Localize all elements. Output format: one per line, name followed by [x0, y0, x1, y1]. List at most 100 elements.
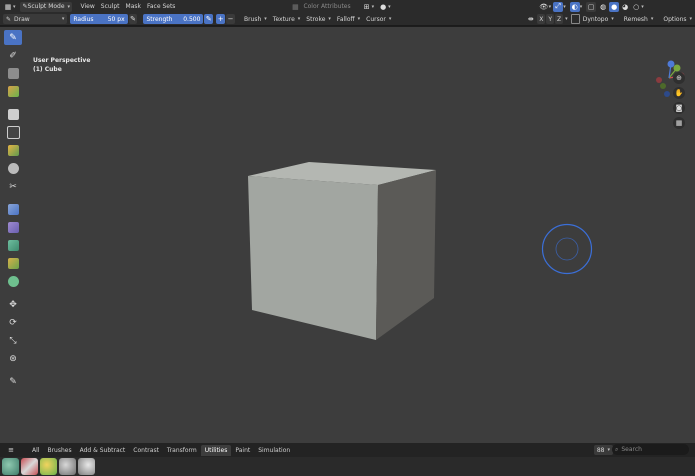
smooth-icon: ✂: [9, 181, 17, 192]
brush-thumb-3[interactable]: [40, 458, 57, 475]
navigation-gizmo[interactable]: ⊕ ✋ ◙ ▦: [649, 60, 689, 155]
viewport-scene: [248, 162, 593, 340]
camera-icon[interactable]: ◙: [673, 102, 685, 114]
editor-type-icon[interactable]: ▦: [3, 2, 13, 12]
gizmo-z-icon[interactable]: [667, 60, 675, 68]
menu-texture[interactable]: Texture ▾: [270, 14, 303, 24]
tool-scrape[interactable]: [4, 238, 22, 253]
shading-material-icon[interactable]: ◕: [620, 2, 630, 12]
tool-annotate[interactable]: ✎: [4, 374, 22, 389]
3d-viewport[interactable]: User Perspective (1) Cube ⊕ ✋ ◙ ▦: [0, 27, 695, 443]
menu-options[interactable]: Options ▾: [660, 14, 695, 24]
tab-simulation[interactable]: Simulation: [254, 445, 294, 456]
tool-clay[interactable]: [4, 66, 22, 81]
tab-contrast[interactable]: Contrast: [129, 445, 163, 456]
grid-ortho-icon[interactable]: ▦: [673, 117, 685, 129]
tab-utilities[interactable]: Utilities: [200, 444, 232, 456]
shading-wireframe-icon[interactable]: ◍: [598, 2, 608, 12]
subtract-direction-icon[interactable]: −: [226, 14, 235, 24]
tool-blob[interactable]: [4, 143, 22, 158]
tool-scale[interactable]: ⤡: [4, 333, 22, 348]
menu-falloff[interactable]: Falloff ▾: [334, 14, 363, 24]
chevron-down-icon[interactable]: ▾: [13, 4, 16, 10]
menu-brush[interactable]: Brush ▾: [241, 14, 270, 24]
menu-stroke[interactable]: Stroke ▾: [303, 14, 334, 24]
brush-thumb-4[interactable]: [59, 458, 76, 475]
symmetry-icon[interactable]: ⇼: [526, 14, 535, 24]
menu-hamburger-icon[interactable]: ≡: [6, 445, 16, 455]
tool-fill[interactable]: [4, 220, 22, 235]
tool-transform[interactable]: ⊛: [4, 351, 22, 366]
zoom-icon[interactable]: ⊕: [673, 72, 685, 84]
tool-draw-sharp[interactable]: ✐: [4, 48, 22, 63]
view-size-dropdown[interactable]: 88 ▾: [593, 445, 613, 455]
menu-cursor[interactable]: Cursor ▾: [363, 14, 394, 24]
viewport-pivot-icon[interactable]: ⊞: [362, 2, 372, 12]
gizmo-neg-y-icon[interactable]: [660, 83, 666, 89]
menu-mask[interactable]: Mask: [123, 2, 144, 12]
tool-crease[interactable]: [4, 161, 22, 176]
tool-pinch[interactable]: [4, 274, 22, 289]
radius-field[interactable]: Radius 50 px: [70, 14, 128, 24]
chevron-down-icon[interactable]: ▾: [565, 16, 568, 22]
remesh-label: Remesh: [623, 15, 648, 23]
chevron-down-icon[interactable]: ▾: [388, 4, 391, 10]
xray-icon[interactable]: ▢: [586, 1, 597, 12]
tool-rotate[interactable]: ⟳: [4, 315, 22, 330]
chevron-down-icon[interactable]: ▾: [372, 4, 375, 10]
gizmo-y-icon[interactable]: [673, 64, 681, 72]
brush-thumb-1[interactable]: [2, 458, 19, 475]
tool-inflate[interactable]: [4, 125, 22, 140]
move-icon: ✥: [9, 299, 17, 310]
axis-z-toggle[interactable]: Z: [555, 14, 564, 24]
shading-rendered-icon[interactable]: ○: [631, 2, 641, 12]
tool-clay-strips[interactable]: [4, 84, 22, 99]
brush-thumb-5[interactable]: [78, 458, 95, 475]
mode-dropdown[interactable]: ✎ Sculpt Mode ▾: [19, 1, 72, 12]
menu-sculpt[interactable]: Sculpt: [98, 2, 123, 12]
shading-solid-icon[interactable]: ●: [609, 1, 620, 12]
chevron-down-icon[interactable]: ▾: [580, 4, 583, 10]
tab-add-subtract[interactable]: Add & Subtract: [76, 445, 130, 456]
tab-brushes[interactable]: Brushes: [43, 445, 75, 456]
tab-all[interactable]: All: [28, 445, 43, 456]
tool-flatten[interactable]: [4, 202, 22, 217]
menu-view[interactable]: View: [78, 2, 98, 12]
tool-multiplane-scrape[interactable]: [4, 256, 22, 271]
proportional-icon[interactable]: ●: [378, 2, 388, 12]
menu-dyntopo[interactable]: Dyntopo ▾: [580, 14, 617, 24]
axis-gizmo[interactable]: [649, 60, 689, 105]
brush-thumb-2[interactable]: [21, 458, 38, 475]
axis-y-toggle[interactable]: Y: [546, 14, 555, 24]
strength-pressure-icon[interactable]: ✎: [204, 14, 214, 24]
chevron-down-icon: ▾: [357, 16, 361, 22]
menu-remesh[interactable]: Remesh ▾: [621, 14, 657, 24]
visibility-icon[interactable]: 👁: [539, 2, 549, 12]
hand-pan-icon[interactable]: ✋: [673, 87, 685, 99]
gizmo-neg-z-icon[interactable]: [664, 91, 670, 97]
dyntopo-checkbox[interactable]: [570, 14, 580, 24]
tab-paint[interactable]: Paint: [231, 445, 254, 456]
gizmo-neg-x-icon[interactable]: [656, 77, 662, 83]
tool-layer[interactable]: [4, 107, 22, 122]
strength-field[interactable]: Strength 0.500: [143, 14, 204, 24]
tool-move[interactable]: ✥: [4, 297, 22, 312]
asset-shelf-tabs: ≡ All Brushes Add & Subtract Contrast Tr…: [0, 443, 695, 457]
chevron-down-icon[interactable]: ▾: [641, 4, 644, 10]
chevron-down-icon[interactable]: ▾: [549, 4, 552, 10]
draw-brush-icon: ✎: [6, 15, 12, 23]
tool-draw[interactable]: ✎: [4, 30, 22, 45]
tool-dropdown[interactable]: ✎ Draw ▾: [3, 14, 68, 24]
overlay-toggle-icon[interactable]: ◐: [569, 1, 580, 12]
axis-x-toggle[interactable]: X: [537, 14, 546, 24]
color-attributes-icon[interactable]: ▦: [290, 2, 300, 12]
add-direction-icon[interactable]: +: [216, 14, 226, 24]
search-input[interactable]: ⌕ Search: [612, 444, 689, 455]
gizmo-toggle-icon[interactable]: ⤢: [553, 1, 564, 12]
color-attributes-label[interactable]: Color Attributes: [300, 2, 353, 12]
tab-transform[interactable]: Transform: [163, 445, 201, 456]
tool-smooth[interactable]: ✂: [4, 179, 22, 194]
menu-face-sets[interactable]: Face Sets: [144, 2, 178, 12]
radius-pressure-icon[interactable]: ✎: [128, 14, 138, 24]
chevron-down-icon[interactable]: ▾: [563, 4, 566, 10]
